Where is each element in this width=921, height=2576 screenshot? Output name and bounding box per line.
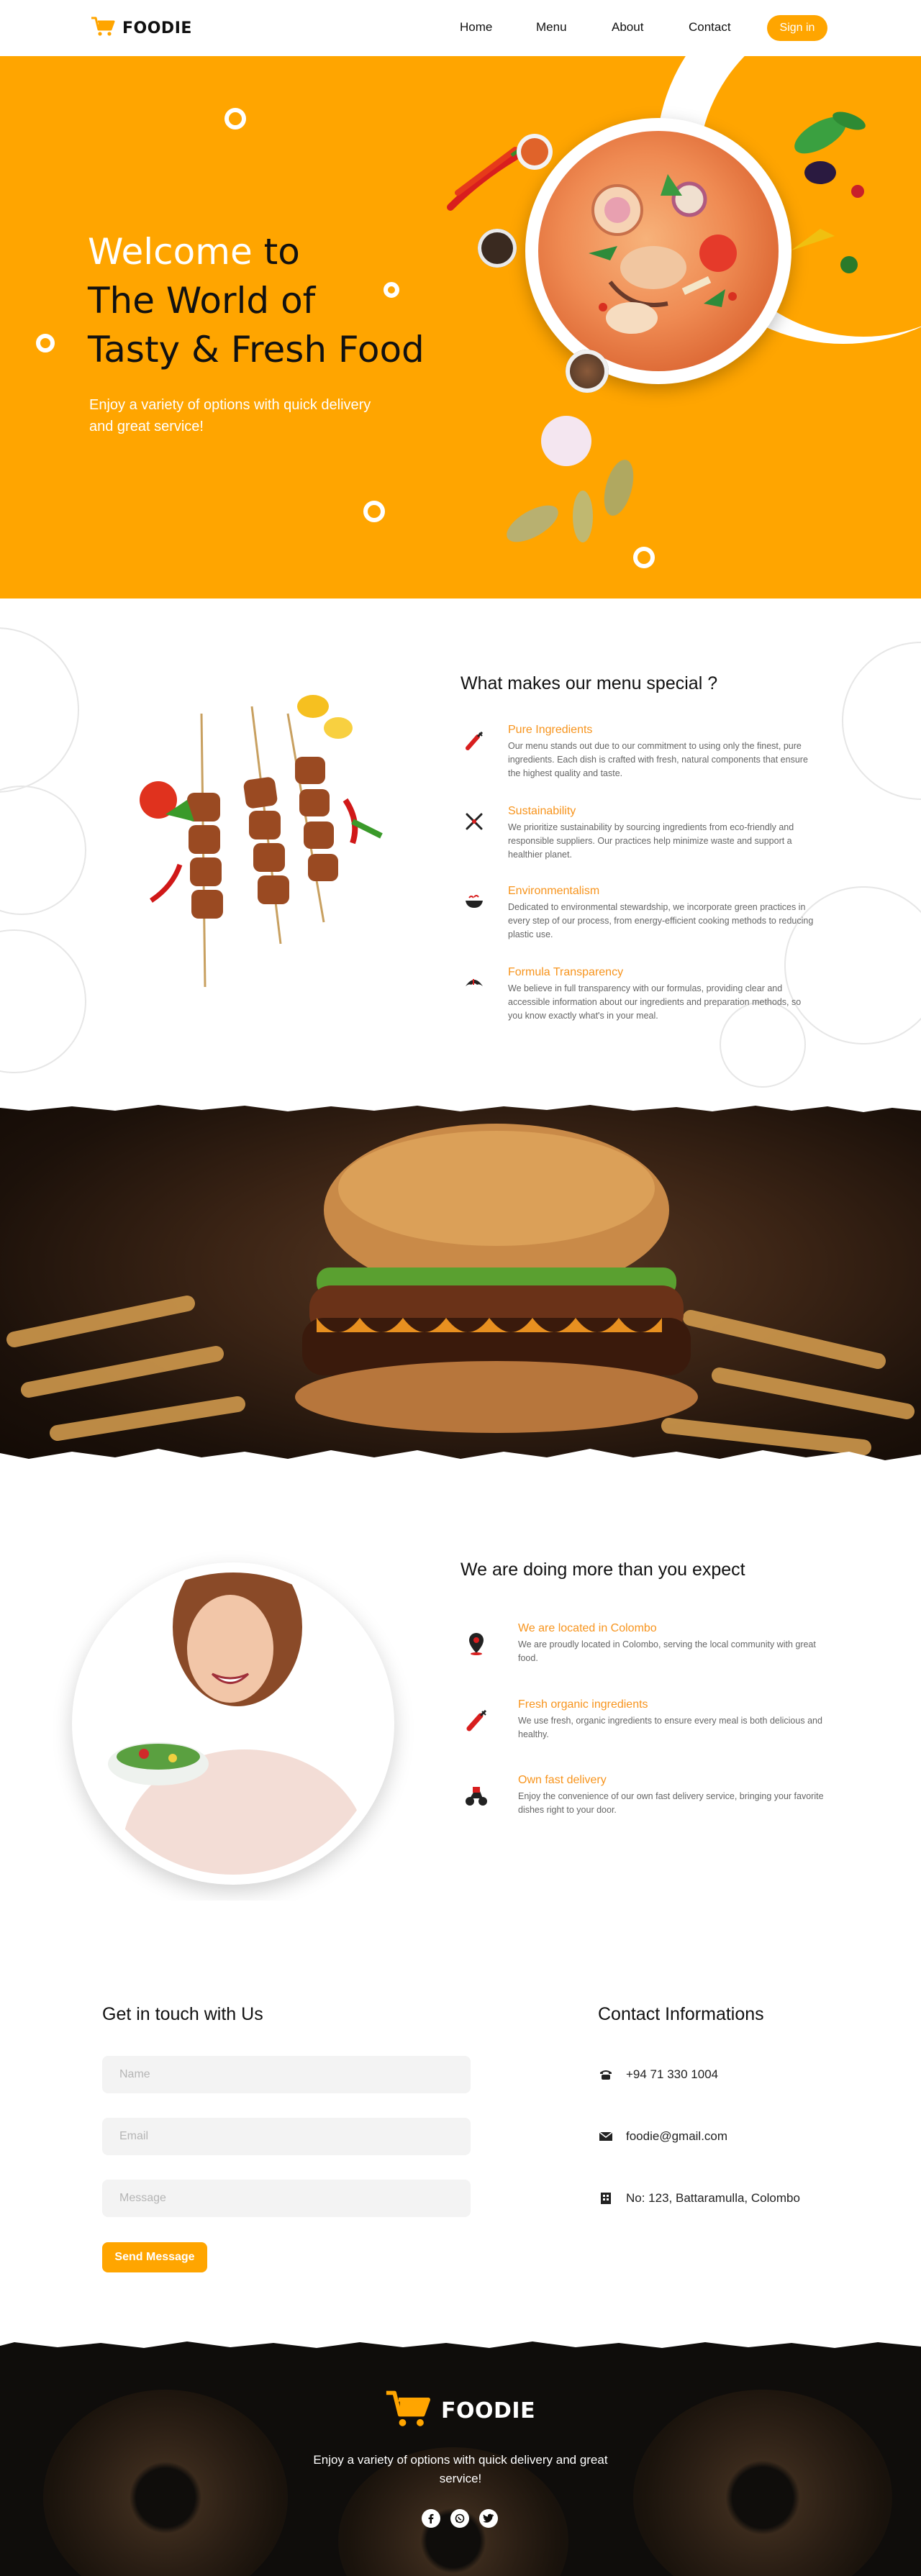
contact-phone: +94 71 330 1004 bbox=[599, 2067, 718, 2082]
cart-icon bbox=[91, 16, 115, 40]
nav-link-contact[interactable]: Contact bbox=[689, 20, 746, 35]
footer-description: Enjoy a variety of options with quick de… bbox=[313, 2453, 608, 2485]
decor-sketch bbox=[0, 786, 86, 915]
doing-more-title: We are doing more than you expect bbox=[460, 1560, 745, 1580]
hero-title-line2: The World of bbox=[88, 280, 316, 322]
brand-logo[interactable]: FOODIE bbox=[91, 16, 192, 40]
chili-peppers-image bbox=[447, 146, 523, 211]
hero-title-to: to bbox=[252, 231, 300, 273]
kebab-skewers-image bbox=[140, 695, 383, 987]
email-input[interactable] bbox=[102, 2118, 471, 2155]
feature-desc: Our menu stands out due to our commitmen… bbox=[508, 741, 808, 778]
wok-icon bbox=[466, 895, 483, 908]
footer-brand-name: FOODIE bbox=[441, 2398, 536, 2423]
email-text: foodie@gmail.com bbox=[626, 2129, 728, 2143]
decor-ring bbox=[384, 282, 399, 298]
more-item-title: We are located in Colombo bbox=[518, 1622, 657, 1634]
footer-brand[interactable]: FOODIE bbox=[385, 2388, 535, 2433]
feature-title: Sustainability bbox=[508, 805, 576, 817]
contact-address: No: 123, Battaramulla, Colombo bbox=[599, 2191, 800, 2206]
hero-section: Welcome to The World of Tasty & Fresh Fo… bbox=[0, 56, 921, 599]
phone-icon bbox=[599, 2067, 613, 2082]
phone-text: +94 71 330 1004 bbox=[626, 2067, 719, 2081]
nav-link-about[interactable]: About bbox=[612, 20, 643, 35]
special-title: What makes our menu special ? bbox=[460, 673, 718, 693]
feature-desc: We believe in full transparency with our… bbox=[508, 983, 802, 1021]
doing-more-section: We are doing more than you expect We are… bbox=[0, 1469, 921, 1901]
feature-desc: Dedicated to environmental stewardship, … bbox=[508, 902, 814, 939]
woman-eating-salad-image bbox=[72, 1562, 394, 1885]
mail-icon bbox=[599, 2129, 613, 2144]
torn-edge-decor bbox=[0, 1102, 921, 1469]
hero-title-welcome: Welcome bbox=[88, 231, 253, 273]
feature-title: Pure Ingredients bbox=[508, 724, 593, 736]
address-text: No: 123, Battaramulla, Colombo bbox=[626, 2191, 800, 2205]
peppercorn-bowl-image bbox=[566, 350, 609, 393]
feature-title: Environmentalism bbox=[508, 885, 600, 897]
sign-in-button[interactable]: Sign in bbox=[767, 15, 827, 41]
paprika-bowl-image bbox=[517, 134, 553, 170]
more-item-desc: We are proudly located in Colombo, servi… bbox=[518, 1639, 816, 1663]
herbs-onion-image bbox=[791, 111, 866, 273]
contact-info-title: Contact Informations bbox=[598, 2004, 764, 2024]
more-item-desc: We use fresh, organic ingredients to ens… bbox=[518, 1716, 822, 1739]
hero-subtitle: Enjoy a variety of options with quick de… bbox=[89, 397, 371, 434]
decor-ring bbox=[36, 334, 55, 352]
nav-link-menu[interactable]: Menu bbox=[536, 20, 567, 35]
feature-title: Formula Transparency bbox=[508, 966, 624, 978]
burger-banner-image bbox=[0, 1102, 921, 1469]
pepper-icon bbox=[466, 1709, 487, 1731]
feature-desc: We prioritize sustainability by sourcing… bbox=[508, 822, 794, 860]
twitter-icon[interactable] bbox=[479, 2509, 498, 2528]
hero-title: Welcome to The World of Tasty & Fresh Fo… bbox=[88, 227, 462, 374]
croissant-icon bbox=[466, 979, 483, 986]
contact-form-title: Get in touch with Us bbox=[102, 2004, 263, 2024]
soup-bowl-image bbox=[525, 118, 791, 384]
name-input[interactable] bbox=[102, 2056, 471, 2093]
scooter-icon bbox=[466, 1787, 487, 1806]
hero-title-line3: Tasty & Fresh Food bbox=[88, 329, 425, 370]
bay-leaves-image bbox=[507, 460, 634, 542]
more-item-desc: Enjoy the convenience of our own fast de… bbox=[518, 1791, 824, 1815]
facebook-icon[interactable] bbox=[422, 2509, 440, 2528]
decor-ring bbox=[363, 501, 385, 522]
whatsapp-icon[interactable] bbox=[450, 2509, 469, 2528]
brand-name: FOODIE bbox=[122, 19, 192, 37]
navbar: FOODIE Home Menu About Contact Sign in bbox=[0, 0, 921, 56]
more-item-title: Own fast delivery bbox=[518, 1774, 607, 1786]
contact-section: Get in touch with Us Send Message Contac… bbox=[0, 1901, 921, 2339]
contact-email: foodie@gmail.com bbox=[599, 2129, 727, 2144]
menu-special-section: What makes our menu special ? Pure Ingre… bbox=[0, 599, 921, 1102]
social-links bbox=[422, 2509, 498, 2528]
decor-sketch bbox=[0, 929, 86, 1073]
more-item-title: Fresh organic ingredients bbox=[518, 1698, 648, 1711]
decor-sketch bbox=[0, 627, 79, 793]
cart-icon bbox=[385, 2388, 431, 2433]
location-pin-icon bbox=[469, 1633, 484, 1655]
torn-edge-decor bbox=[0, 2339, 921, 2348]
footer: FOODIE Enjoy a variety of options with q… bbox=[0, 2339, 921, 2576]
pepper-icon bbox=[466, 731, 484, 750]
message-input[interactable] bbox=[102, 2180, 471, 2217]
decor-sketch bbox=[842, 642, 921, 800]
fork-knife-icon bbox=[466, 813, 483, 830]
building-icon bbox=[599, 2191, 613, 2206]
send-message-button[interactable]: Send Message bbox=[102, 2242, 207, 2272]
decor-ring bbox=[224, 108, 246, 129]
pepper-bowl-image bbox=[478, 229, 517, 268]
nav-link-home[interactable]: Home bbox=[460, 20, 492, 35]
